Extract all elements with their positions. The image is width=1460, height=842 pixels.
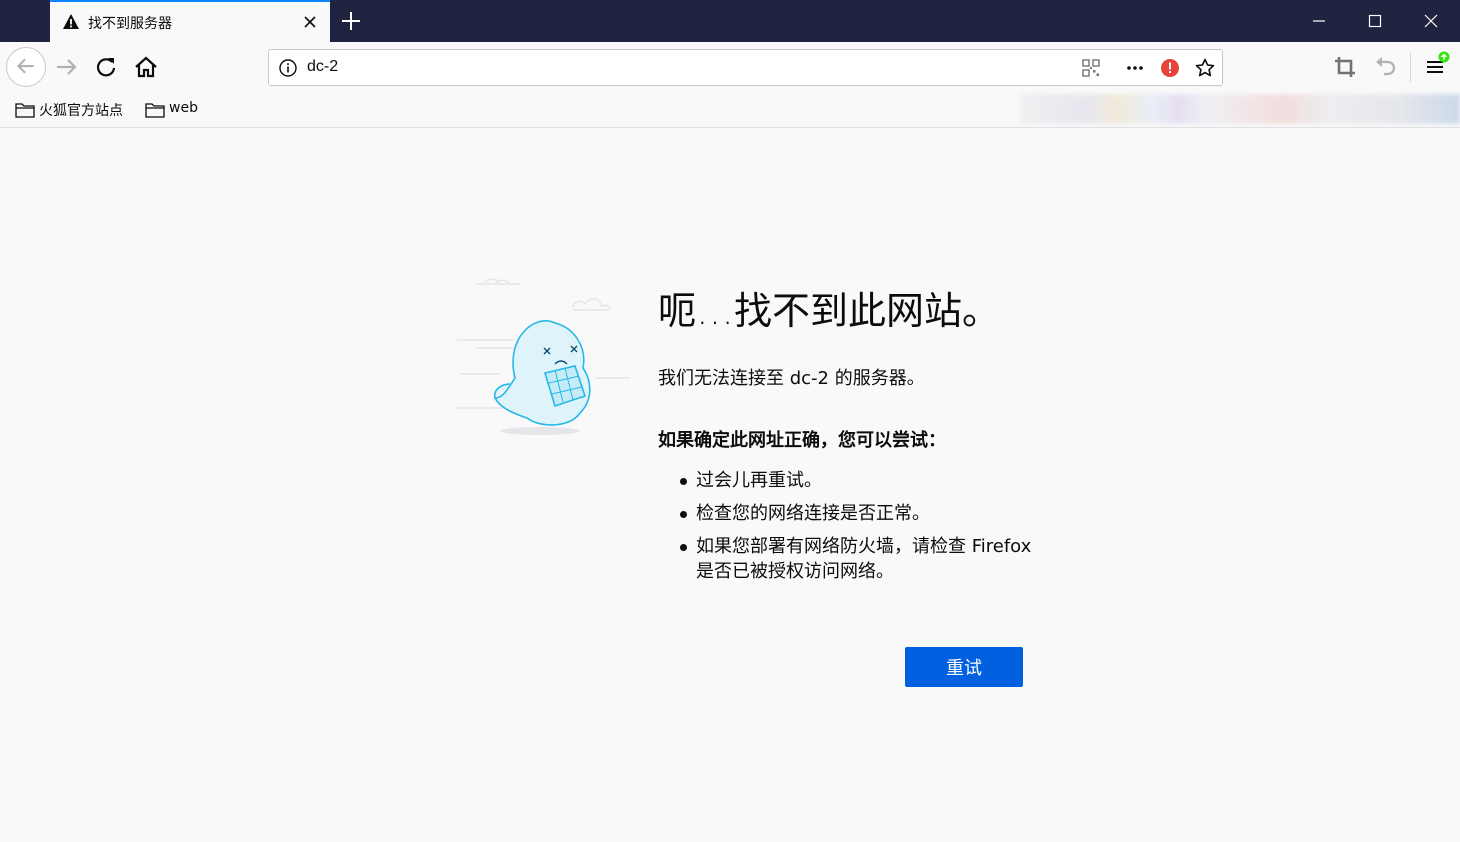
minimize-icon[interactable]: [1306, 8, 1332, 34]
retry-button[interactable]: 重试: [905, 647, 1023, 687]
forward-icon[interactable]: [50, 50, 84, 84]
maximize-icon[interactable]: [1362, 8, 1388, 34]
close-tab-icon[interactable]: [300, 12, 320, 32]
more-actions-icon[interactable]: [1124, 57, 1146, 79]
new-tab-icon[interactable]: [338, 8, 364, 34]
home-icon[interactable]: [129, 50, 163, 84]
menu-icon[interactable]: [1419, 50, 1453, 84]
undo-icon[interactable]: [1368, 50, 1402, 84]
info-icon[interactable]: [277, 57, 299, 79]
suggestion-list: 过会儿再重试。 检查您的网络连接是否正常。 如果您部署有网络防火墙，请检查 Fi…: [680, 468, 1040, 592]
bookmark-label: 火狐官方站点: [39, 103, 123, 119]
error-title: 呃…找不到此网站。: [658, 289, 1001, 333]
url-bar[interactable]: dc-2: [268, 49, 1223, 86]
qr-code-icon[interactable]: [1080, 57, 1102, 79]
folder-icon: [145, 103, 165, 118]
dinosaur-illustration: [457, 278, 630, 435]
tab-title: 找不到服务器: [88, 16, 172, 32]
suggestion-heading: 如果确定此网址正确，您可以尝试：: [658, 430, 946, 451]
bookmark-folder-web[interactable]: web: [145, 100, 205, 120]
warning-icon: [63, 14, 79, 29]
alert-icon[interactable]: [1159, 57, 1181, 79]
suggestion-item: 过会儿再重试。: [680, 468, 1040, 493]
navigation-bar: dc-2: [0, 42, 1460, 92]
crop-screenshot-icon[interactable]: [1328, 50, 1362, 84]
suggestion-item: 如果您部署有网络防火墙，请检查 Firefox 是否已被授权访问网络。: [680, 534, 1040, 584]
bookmark-star-icon[interactable]: [1194, 57, 1216, 79]
blurred-bookmarks: [1020, 94, 1460, 124]
folder-icon: [15, 103, 35, 118]
title-bar: 找不到服务器: [0, 0, 1460, 42]
back-arrow-icon: [16, 58, 34, 74]
bookmark-label: web: [169, 100, 198, 116]
tab-active[interactable]: 找不到服务器: [50, 0, 330, 42]
close-window-icon[interactable]: [1418, 8, 1444, 34]
bookmark-folder-firefox[interactable]: 火狐官方站点: [15, 100, 135, 120]
toolbar-divider: [1410, 52, 1411, 82]
reload-icon[interactable]: [89, 50, 123, 84]
bookmarks-bar: 火狐官方站点 web: [0, 92, 1460, 128]
back-button[interactable]: [6, 47, 46, 87]
url-text[interactable]: dc-2: [307, 58, 338, 76]
error-description: 我们无法连接至 dc-2 的服务器。: [658, 368, 925, 389]
suggestion-item: 检查您的网络连接是否正常。: [680, 501, 1040, 526]
